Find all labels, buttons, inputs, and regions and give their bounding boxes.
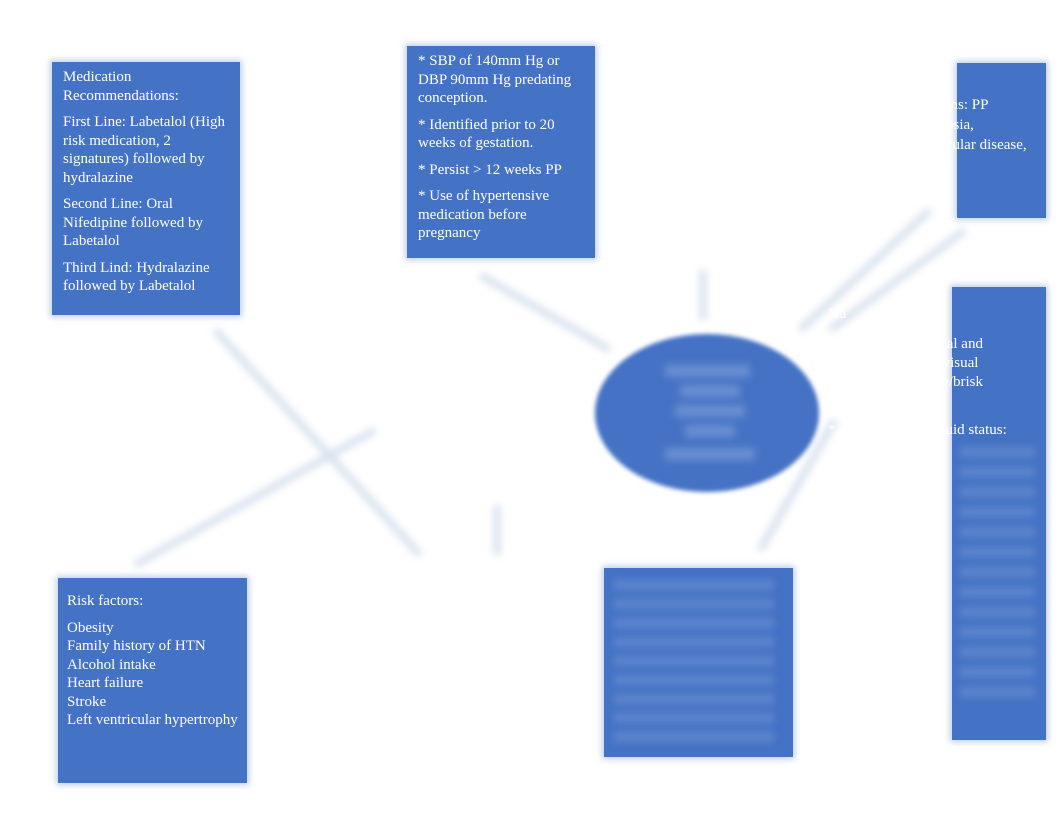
risk-clip xyxy=(58,743,247,783)
definition-item: * Use of hypertensive medication before … xyxy=(418,188,550,241)
first-line: First Line: Labetalol (High risk medicat… xyxy=(63,114,226,186)
risk-item: Left ventricular hypertrophy xyxy=(67,712,238,728)
definition-item: * Persist > 12 weeks PP xyxy=(418,161,562,178)
risk-item: Heart failure xyxy=(67,675,144,691)
complications-line: scular disease, xyxy=(940,137,1027,153)
medication-recommendations-box: Medication Recommendations: First Line: … xyxy=(52,62,240,315)
risk-item: Family history of HTN xyxy=(67,638,206,654)
definition-item: * Identified prior to 20 weeks of gestat… xyxy=(418,116,555,152)
nursing-line: d urban adache/brisk xyxy=(828,374,983,390)
third-line: Third Lind: Hydralazine followed by Labe… xyxy=(63,259,210,295)
nursing-fluid: * As ange/fluid status: xyxy=(828,422,1007,438)
complications-line: psia, xyxy=(946,117,974,133)
risk-item: Stroke xyxy=(67,693,107,710)
second-line: Second Line: Oral Nifedipine followed by… xyxy=(63,196,203,249)
complications-line: ations: PP xyxy=(928,97,989,113)
definition-item: * SBP of 140mm Hg or DBP 90mm Hg predati… xyxy=(418,53,572,106)
risk-item: Alcohol intake xyxy=(67,656,156,673)
medication-title: Medication Recommendations: xyxy=(63,69,179,104)
nursing-title: Nu ssessments: xyxy=(828,306,939,322)
definition-box: * SBP of 140mm Hg or DBP 90mm Hg predati… xyxy=(407,46,595,258)
nursing-line: DTR/c xyxy=(828,393,869,409)
nursing-line: for ological and xyxy=(828,336,983,352)
nursing-line: ral sy ms: visual xyxy=(828,355,979,371)
bottom-center-box xyxy=(604,568,793,757)
risk-title: Risk factors: xyxy=(67,593,144,609)
risk-item: Obesity xyxy=(67,619,114,636)
